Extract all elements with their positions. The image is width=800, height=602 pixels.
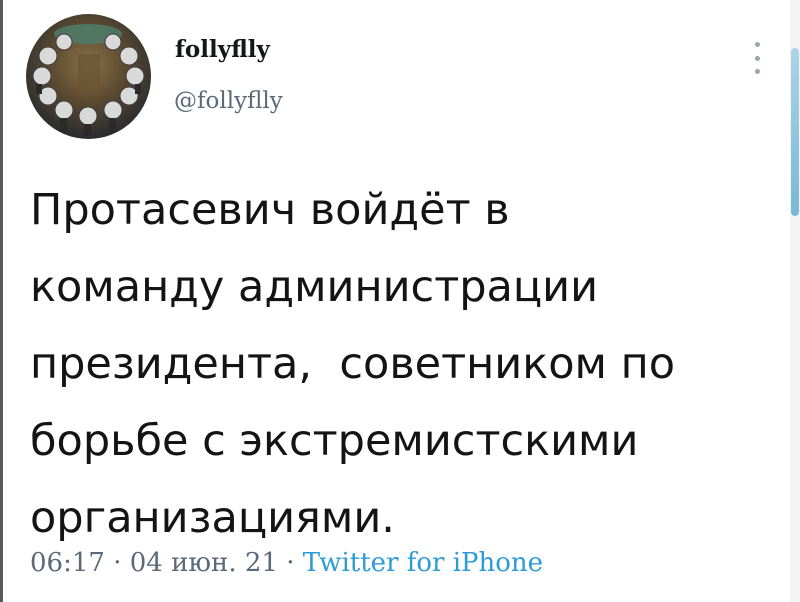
scrollbar-thumb[interactable] — [791, 48, 799, 216]
scrollbar-track[interactable] — [790, 0, 800, 602]
left-border — [0, 0, 3, 602]
tweet-meta: 06:17 · 04 июн. 21 · Twitter for iPhone — [30, 548, 543, 578]
more-dot-icon — [754, 55, 760, 61]
more-options-button[interactable] — [748, 38, 766, 78]
tweet-text-line: команду администрации — [30, 262, 599, 312]
more-dot-icon — [754, 42, 760, 47]
tweet-text: Протасевич войдёт в команду администраци… — [30, 172, 760, 557]
author-handle[interactable]: @follyflly — [174, 88, 283, 114]
tweet-time[interactable]: 06:17 — [30, 548, 105, 578]
tweet-text-line: борьбе с экстремистскими — [30, 416, 639, 466]
avatar[interactable] — [26, 14, 151, 139]
tweet-source[interactable]: Twitter for iPhone — [303, 548, 543, 578]
tweet-text-line: Протасевич войдёт в — [30, 185, 510, 235]
tweet-text-line: президента, советником по — [30, 339, 676, 389]
more-dot-icon — [754, 69, 760, 74]
author-display-name[interactable]: follyflly — [175, 36, 270, 63]
meta-separator: · — [278, 548, 303, 578]
avatar-image — [32, 24, 145, 136]
tweet-text-line: организациями. — [30, 493, 395, 543]
meta-separator: · — [104, 548, 130, 578]
tweet-date[interactable]: 04 июн. 21 — [130, 548, 278, 578]
